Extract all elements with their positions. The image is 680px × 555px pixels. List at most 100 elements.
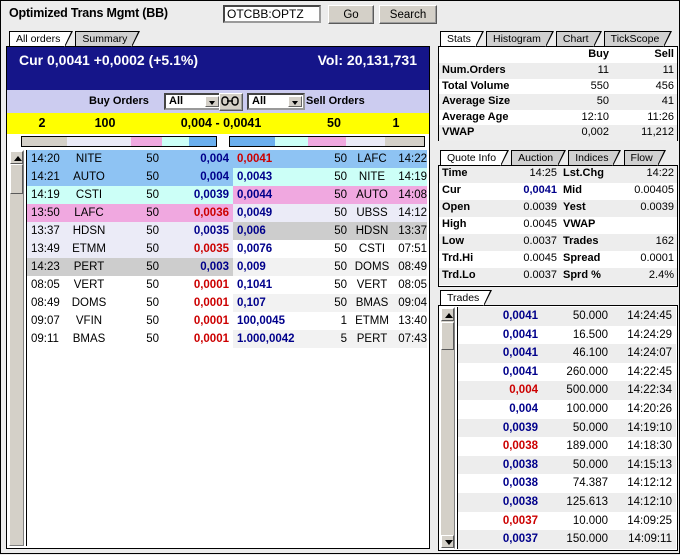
- scrollbar-thumb[interactable]: [10, 164, 23, 194]
- order-book-row[interactable]: 09:07VFIN500,0001100,00451ETMM13:40: [27, 312, 427, 330]
- sell-side-cell[interactable]: 100,00451ETMM13:40: [233, 312, 427, 330]
- order-book-row[interactable]: 13:37HDSN500,00350,00650HDSN13:37: [27, 222, 427, 240]
- search-button[interactable]: Search: [379, 5, 437, 24]
- trade-size: 50.000: [542, 310, 608, 323]
- trade-row[interactable]: 0,004500.00014:22:34: [458, 381, 676, 400]
- sell-side-cell[interactable]: 0,00950DOMS08:49: [233, 258, 427, 276]
- stats-row-label: Total Volume: [442, 80, 509, 93]
- trade-row[interactable]: 0,004116.50014:24:29: [458, 326, 676, 345]
- link-chain-icon-button[interactable]: [219, 93, 243, 111]
- sell-side-cell[interactable]: 0,104150VERT08:05: [233, 276, 427, 294]
- buy-side-cell[interactable]: 09:07VFIN500,0001: [27, 312, 233, 330]
- buy-side-cell[interactable]: 14:23PERT500,003: [27, 258, 233, 276]
- sell-depth-bar[interactable]: [229, 136, 425, 147]
- sell-side-cell[interactable]: 0,004150LAFC14:22: [233, 150, 427, 168]
- trade-row[interactable]: 0,003950.00014:19:10: [458, 419, 676, 438]
- buy-side-cell[interactable]: 09:11BMAS500,0001: [27, 330, 233, 348]
- scroll-up-icon[interactable]: [10, 151, 23, 164]
- sell-side-cell[interactable]: 0,004450AUTO14:08: [233, 186, 427, 204]
- buy-depth-bar[interactable]: [21, 136, 217, 147]
- buy-side-cell[interactable]: 14:19CSTI500,0039: [27, 186, 233, 204]
- tab-all-orders[interactable]: All orders: [9, 31, 65, 46]
- order-book-row[interactable]: 08:49DOMS500,00010,10750BMAS09:04: [27, 294, 427, 312]
- buy-side-cell[interactable]: 14:21AUTO500,004: [27, 168, 233, 186]
- trade-row[interactable]: 0,0041260.00014:22:45: [458, 363, 676, 382]
- scroll-down-icon[interactable]: [441, 535, 454, 548]
- buy-side-cell[interactable]: 13:49ETMM500,0035: [27, 240, 233, 258]
- sell-side-cell[interactable]: 0,10750BMAS09:04: [233, 294, 427, 312]
- tab-chart[interactable]: Chart: [556, 31, 594, 46]
- trade-row[interactable]: 0,004146.10014:24:07: [458, 344, 676, 363]
- chevron-down-icon[interactable]: [288, 96, 302, 107]
- quote-value-left: 0.0045: [499, 218, 557, 231]
- order-book-rows: 14:20NITE500,0040,004150LAFC14:2214:21AU…: [26, 150, 427, 546]
- order-book-row[interactable]: 09:11BMAS500,00011.000,00425PERT07:43: [27, 330, 427, 348]
- order-book-row[interactable]: 14:20NITE500,0040,004150LAFC14:22: [27, 150, 427, 168]
- stats-row-label: Average Size: [442, 95, 510, 108]
- trade-size: 50.000: [542, 459, 608, 472]
- order-book-scrollbar[interactable]: [9, 150, 24, 546]
- stats-col-sell: Sell: [619, 48, 674, 61]
- scroll-up-icon[interactable]: [441, 308, 454, 321]
- sell-side-cell[interactable]: 0,00650HDSN13:37: [233, 222, 427, 240]
- trade-row[interactable]: 0,004100.00014:20:26: [458, 400, 676, 419]
- order-book-row[interactable]: 08:05VERT500,00010,104150VERT08:05: [27, 276, 427, 294]
- quote-label-right: Trades: [563, 235, 598, 248]
- chevron-down-icon[interactable]: [205, 96, 219, 107]
- buy-size: 50: [135, 224, 159, 238]
- buy-orders-filter-select[interactable]: All: [164, 93, 222, 110]
- tab-quote-info[interactable]: Quote Info: [440, 150, 501, 165]
- buy-side-cell[interactable]: 08:05VERT500,0001: [27, 276, 233, 294]
- stats-sell-value: 11: [619, 64, 674, 77]
- sell-side-cell[interactable]: 1.000,00425PERT07:43: [233, 330, 427, 348]
- order-book-row[interactable]: 13:49ETMM500,00350,007650CSTI07:51: [27, 240, 427, 258]
- tab-auction[interactable]: Auction: [511, 150, 558, 165]
- trades-scrollbar[interactable]: [440, 307, 455, 549]
- quote-value-right: 14:22: [617, 167, 674, 180]
- quote-info-rows: Time14:25Lst.Chg14:22Cur0,0041Mid0.00405…: [439, 166, 677, 285]
- trade-row[interactable]: 0,0038189.00014:18:30: [458, 437, 676, 456]
- sell-side-cell[interactable]: 0,007650CSTI07:51: [233, 240, 427, 258]
- sell-side-cell[interactable]: 0,004950UBSS14:12: [233, 204, 427, 222]
- tab-trades[interactable]: Trades: [440, 290, 484, 305]
- sell-market-maker: VERT: [351, 278, 393, 292]
- order-book-row[interactable]: 14:21AUTO500,0040,004350NITE14:19: [27, 168, 427, 186]
- order-book-row[interactable]: 14:23PERT500,0030,00950DOMS08:49: [27, 258, 427, 276]
- stats-row: Average Size5041: [439, 94, 677, 110]
- trade-row[interactable]: 0,004150.00014:24:45: [458, 307, 676, 326]
- trade-size: 16.500: [542, 329, 608, 342]
- buy-side-cell[interactable]: 14:20NITE500,004: [27, 150, 233, 168]
- stats-sell-value: 11:26: [619, 111, 674, 124]
- tab-tickscope[interactable]: TickScope: [604, 31, 665, 46]
- buy-side-cell[interactable]: 13:37HDSN500,0035: [27, 222, 233, 240]
- trade-time: 14:24:07: [608, 347, 672, 360]
- trade-row[interactable]: 0,003874.38714:12:12: [458, 474, 676, 493]
- sell-size: 50: [319, 206, 347, 220]
- trade-time: 14:09:11: [608, 533, 672, 546]
- trade-row[interactable]: 0,0038125.61314:12:10: [458, 493, 676, 512]
- sell-side-cell[interactable]: 0,004350NITE14:19: [233, 168, 427, 186]
- best-bid-offer-row: 2 100 0,004 - 0,0041 50 1: [7, 113, 429, 134]
- sell-market-maker: HDSN: [351, 224, 393, 238]
- tab-indices[interactable]: Indices: [568, 150, 613, 165]
- tab-summary[interactable]: Summary: [75, 31, 132, 46]
- sell-orders-filter-select[interactable]: All: [247, 93, 305, 110]
- tab-flow[interactable]: Flow: [624, 150, 658, 165]
- quote-label-left: High: [442, 218, 466, 231]
- buy-side-cell[interactable]: 08:49DOMS500,0001: [27, 294, 233, 312]
- tab-histogram[interactable]: Histogram: [486, 31, 546, 46]
- trade-row[interactable]: 0,003710.00014:09:25: [458, 512, 676, 531]
- tab-stats[interactable]: Stats: [440, 31, 476, 46]
- buy-side-cell[interactable]: 13:50LAFC500,0036: [27, 204, 233, 222]
- quote-info-row: Cur0,0041Mid0.00405: [439, 183, 677, 200]
- trade-row[interactable]: 0,0037150.00014:09:11: [458, 530, 676, 549]
- order-book-row[interactable]: 13:50LAFC500,00360,004950UBSS14:12: [27, 204, 427, 222]
- go-button[interactable]: Go: [328, 5, 374, 24]
- trade-row[interactable]: 0,003850.00014:15:13: [458, 456, 676, 475]
- order-book-row[interactable]: 14:19CSTI500,00390,004450AUTO14:08: [27, 186, 427, 204]
- trades-panel: 0,004150.00014:24:450,004116.50014:24:29…: [438, 305, 678, 551]
- trade-price: 0,0041: [464, 366, 538, 379]
- symbol-input[interactable]: OTCBB:OPTZ: [223, 5, 321, 23]
- scrollbar-thumb[interactable]: [441, 322, 454, 350]
- sell-price: 0,0076: [237, 242, 327, 256]
